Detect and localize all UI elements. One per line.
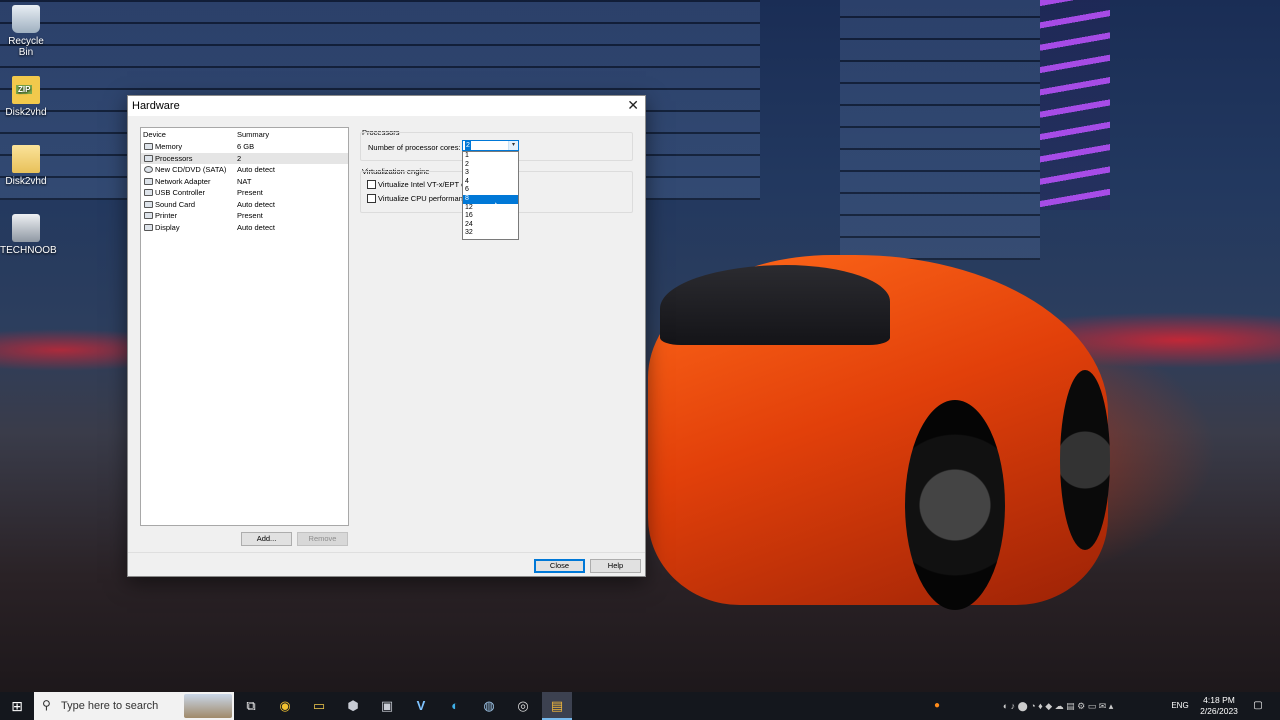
cores-option-32[interactable]: 32 bbox=[463, 229, 518, 238]
steam-icon[interactable]: ◍ bbox=[474, 692, 504, 720]
cores-option-1[interactable]: 1 bbox=[463, 152, 518, 161]
wallpaper-neon-stripe bbox=[1040, 0, 1110, 210]
device-list: Device Summary Memory 6 GB Processors 2 … bbox=[140, 127, 349, 526]
device-row-printer[interactable]: Printer Present bbox=[141, 210, 348, 222]
processor-cores-label: Number of processor cores: bbox=[368, 143, 461, 152]
chrome-icon[interactable]: ◉ bbox=[270, 692, 300, 720]
active-app-icon[interactable]: ▤ bbox=[542, 692, 572, 720]
device-row-memory[interactable]: Memory 6 GB bbox=[141, 141, 348, 153]
usb-controller-icon bbox=[144, 189, 153, 196]
obs-icon[interactable]: ◎ bbox=[508, 692, 538, 720]
virtualize-vtx-label: Virtualize Intel VT-x/EPT o bbox=[378, 180, 466, 189]
clock-date: 2/26/2023 bbox=[1200, 706, 1238, 716]
device-row-display[interactable]: Display Auto detect bbox=[141, 222, 348, 234]
windows-start-icon[interactable]: ⊞ bbox=[0, 692, 34, 720]
column-header-summary[interactable]: Summary bbox=[237, 129, 269, 141]
cores-option-8[interactable]: 8 bbox=[463, 194, 518, 204]
cd-dvd-icon bbox=[144, 166, 153, 173]
search-icon: ⚲ bbox=[42, 698, 51, 712]
device-row-cd-dvd[interactable]: New CD/DVD (SATA) Auto detect bbox=[141, 164, 348, 176]
close-button[interactable]: Close bbox=[534, 559, 585, 573]
processor-icon bbox=[144, 154, 153, 162]
chevron-down-icon[interactable]: ▾ bbox=[508, 141, 518, 150]
desktop-icon-disk2vhd-folder[interactable]: Disk2vhd bbox=[0, 145, 52, 187]
clock-time: 4:18 PM bbox=[1203, 695, 1235, 705]
recycle-bin-icon bbox=[12, 5, 40, 33]
cores-option-4[interactable]: 4 bbox=[463, 178, 518, 187]
close-icon[interactable]: ✕ bbox=[627, 98, 639, 112]
display-icon bbox=[144, 223, 153, 231]
device-row-processors[interactable]: Processors 2 bbox=[141, 152, 348, 164]
tray-orange-app-icon[interactable]: ● bbox=[928, 692, 946, 720]
desktop-icon-recycle-bin[interactable]: Recycle Bin bbox=[0, 5, 52, 58]
cores-option-2[interactable]: 2 bbox=[463, 161, 518, 170]
device-row-network-adapter[interactable]: Network Adapter NAT bbox=[141, 176, 348, 188]
processor-cores-dropdown: 1 2 3 4 6 8 12 16 24 32 bbox=[462, 151, 519, 240]
cores-option-12[interactable]: 12 bbox=[463, 204, 518, 213]
desktop-icon-technoob[interactable]: TECHNOOB bbox=[0, 214, 57, 256]
wallpaper-car-rear-wheel bbox=[1060, 370, 1110, 550]
add-button[interactable]: Add... bbox=[241, 532, 292, 546]
file-explorer-icon[interactable]: ▭ bbox=[304, 692, 334, 720]
app-hexagon-icon[interactable]: ⬢ bbox=[338, 692, 368, 720]
remove-button[interactable]: Remove bbox=[297, 532, 348, 546]
processor-cores-value: 2 bbox=[465, 141, 471, 150]
app-window-icon[interactable]: ▣ bbox=[372, 692, 402, 720]
column-header-device[interactable]: Device bbox=[143, 129, 166, 141]
folder-icon bbox=[12, 145, 40, 173]
network-adapter-icon bbox=[144, 177, 153, 185]
memory-icon bbox=[144, 143, 153, 150]
notification-icon[interactable]: ▢ bbox=[1248, 692, 1268, 720]
taskbar: ⊞ ⚲ Type here to search ⧉ ◉ ▭ ⬢ ▣ V ◐ ◍ … bbox=[0, 692, 1280, 720]
device-row-usb-controller[interactable]: USB Controller Present bbox=[141, 187, 348, 199]
dialog-titlebar: Hardware ✕ bbox=[128, 96, 645, 116]
desktop-icon-disk2vhd-zip[interactable]: Disk2vhd bbox=[0, 76, 52, 118]
taskbar-search-box[interactable]: ⚲ Type here to search bbox=[34, 692, 234, 720]
wallpaper-building-right bbox=[840, 0, 1040, 260]
search-highlight-image bbox=[184, 694, 232, 718]
tray-icons[interactable]: ◐ ♪ ⬤ ◔ ♦ ◆ ☁ ▤ ⚙ ▭ ✉ ▴ bbox=[952, 692, 1164, 720]
cores-option-16[interactable]: 16 bbox=[463, 212, 518, 221]
wallpaper-car-window bbox=[660, 265, 890, 345]
system-clock[interactable]: 4:18 PM 2/26/2023 bbox=[1194, 695, 1244, 717]
edge-icon[interactable]: ◐ bbox=[440, 692, 470, 720]
virtualize-cpu-perf-label: Virtualize CPU performan bbox=[378, 194, 463, 203]
task-view-icon[interactable]: ⧉ bbox=[236, 692, 266, 720]
zip-archive-icon bbox=[12, 76, 40, 104]
virtualize-cpu-perf-checkbox[interactable] bbox=[367, 194, 376, 203]
search-placeholder: Type here to search bbox=[61, 700, 159, 712]
device-row-sound-card[interactable]: Sound Card Auto detect bbox=[141, 199, 348, 211]
device-list-header: Device Summary bbox=[141, 129, 348, 141]
processor-cores-select[interactable]: 2 ▾ bbox=[462, 140, 519, 151]
hardware-dialog: Hardware ✕ Device Summary Memory 6 GB Pr… bbox=[127, 95, 646, 577]
dialog-title: Hardware bbox=[132, 100, 180, 112]
language-indicator[interactable]: ENG bbox=[1168, 692, 1192, 720]
vmware-icon[interactable]: V bbox=[406, 692, 436, 720]
printer-icon bbox=[144, 212, 153, 219]
cores-option-6[interactable]: 6 bbox=[463, 186, 518, 195]
drive-icon bbox=[12, 214, 40, 242]
wallpaper-car-wheel bbox=[905, 400, 1005, 610]
help-button[interactable]: Help bbox=[590, 559, 641, 573]
virtualize-vtx-checkbox[interactable] bbox=[367, 180, 376, 189]
sound-card-icon bbox=[144, 200, 153, 208]
cores-option-24[interactable]: 24 bbox=[463, 221, 518, 230]
cores-option-3[interactable]: 3 bbox=[463, 169, 518, 178]
